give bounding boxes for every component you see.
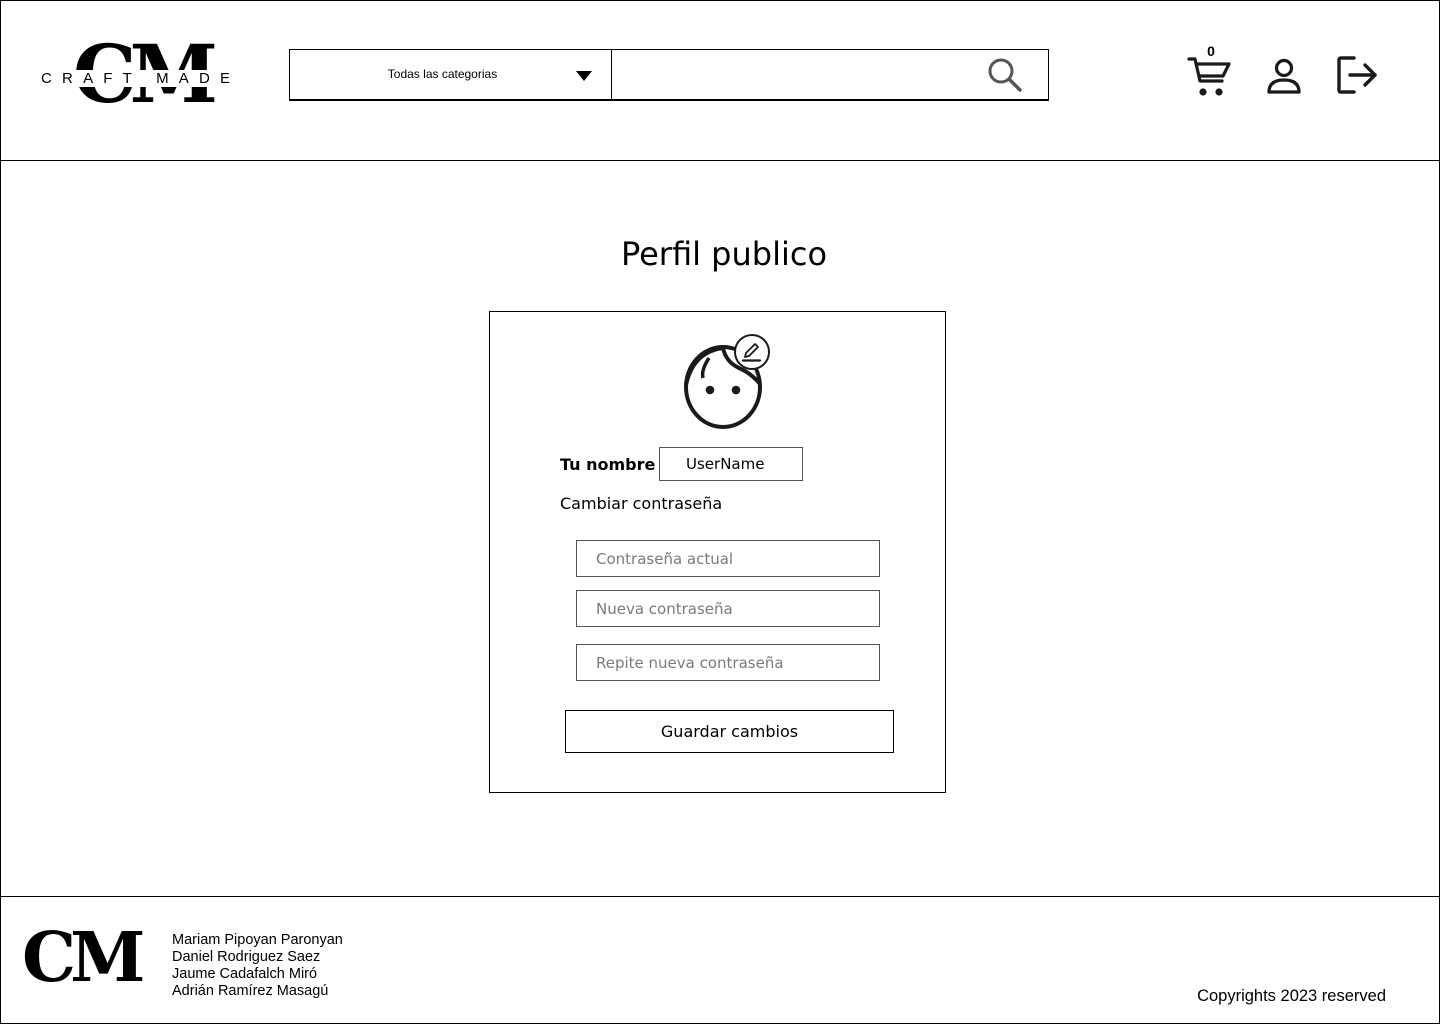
search-input[interactable]: [612, 50, 1048, 99]
search-icon[interactable]: [986, 56, 1026, 96]
search-bar: Todas las categorias: [289, 49, 1049, 101]
new-password-field[interactable]: [576, 590, 880, 627]
author-name: Mariam Pipoyan Paronyan: [172, 932, 343, 948]
authors-list: Mariam Pipoyan Paronyan Daniel Rodriguez…: [172, 932, 343, 1000]
site-footer: CM Mariam Pipoyan Paronyan Daniel Rodrig…: [0, 896, 1440, 1024]
user-icon: [1267, 58, 1301, 94]
category-dropdown-label: Todas las categorias: [387, 67, 498, 81]
name-label: Tu nombre: [560, 455, 656, 474]
page-title: Perfil publico: [620, 235, 828, 273]
caret-down-icon: [576, 71, 592, 81]
copyright-text: Copyrights 2023 reserved: [1197, 987, 1386, 1005]
author-name: Daniel Rodriguez Saez: [172, 949, 321, 965]
logout-button[interactable]: [1336, 55, 1380, 95]
author-name: Adrián Ramírez Masagú: [172, 983, 329, 999]
author-name: Jaume Cadafalch Miró: [172, 966, 318, 982]
footer-logo[interactable]: CM: [22, 923, 146, 993]
user-account-button[interactable]: [1264, 58, 1304, 96]
logout-icon: [1337, 56, 1377, 94]
category-dropdown[interactable]: Todas las categorias: [290, 50, 612, 99]
logo-wordmark: CRAFT MADE: [40, 70, 242, 87]
save-changes-button[interactable]: Guardar cambios: [565, 710, 894, 753]
change-password-label: Cambiar contraseña: [560, 494, 723, 513]
cart-icon: [1187, 57, 1231, 96]
edit-avatar-button[interactable]: [733, 333, 771, 371]
repeat-password-field[interactable]: [576, 644, 880, 681]
site-header: CM CRAFT MADE Todas las categorias 0: [0, 0, 1440, 161]
pencil-icon: [734, 334, 770, 370]
current-password-field[interactable]: [576, 540, 880, 577]
site-logo[interactable]: CM CRAFT MADE: [40, 30, 242, 118]
name-field[interactable]: [659, 447, 803, 481]
cart-button[interactable]: 0: [1186, 44, 1234, 98]
profile-card: Tu nombre Cambiar contraseña Guardar cam…: [489, 311, 946, 793]
